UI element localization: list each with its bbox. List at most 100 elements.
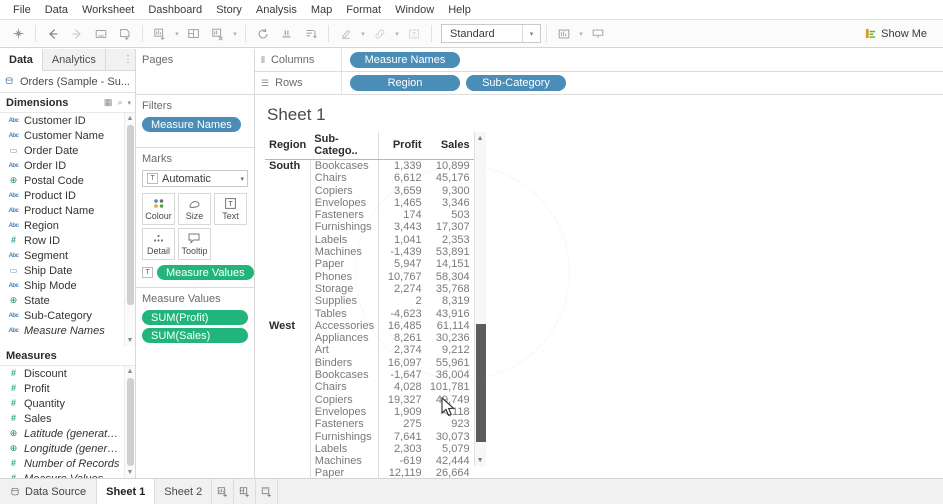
chevron-down-icon[interactable]: ▾ [240, 171, 244, 186]
menu-item-file[interactable]: File [6, 2, 38, 18]
new-worksheet-icon[interactable] [148, 23, 172, 45]
crosstab-scroll-thumb[interactable] [476, 324, 486, 442]
table-row[interactable]: Envelopes1,9094,118 [265, 406, 474, 418]
field-row-id[interactable]: #Row ID [0, 233, 135, 248]
cell-region[interactable] [265, 381, 310, 393]
cell-profit[interactable]: 16,097 [379, 357, 426, 369]
cell-sub-category[interactable]: Appliances [310, 332, 378, 344]
refresh-icon[interactable] [251, 23, 275, 45]
cell-region[interactable] [265, 295, 310, 307]
cell-profit[interactable]: 16,485 [379, 320, 426, 332]
new-worksheet-icon[interactable] [212, 479, 234, 504]
table-row[interactable]: WestAccessories16,48561,114 [265, 320, 474, 332]
cell-sub-category[interactable]: Bookcases [310, 160, 378, 173]
menu-item-help[interactable]: Help [441, 2, 478, 18]
cell-sub-category[interactable]: Fasteners [310, 209, 378, 221]
cell-region[interactable] [265, 406, 310, 418]
cell-sales[interactable]: 58,304 [426, 271, 474, 283]
cell-profit[interactable]: 1,465 [379, 197, 426, 209]
cell-profit[interactable]: 8,261 [379, 332, 426, 344]
cell-region[interactable]: West [265, 320, 310, 332]
cell-sales[interactable]: 923 [426, 418, 474, 430]
menu-item-story[interactable]: Story [209, 2, 249, 18]
cell-profit[interactable]: 1,041 [379, 234, 426, 246]
measures-scroll-thumb[interactable] [127, 378, 134, 466]
field-quantity[interactable]: #Quantity [0, 396, 135, 411]
cell-region[interactable] [265, 394, 310, 406]
show-labels-icon[interactable] [402, 23, 426, 45]
cell-profit[interactable]: 3,443 [379, 221, 426, 233]
rows-pill-region[interactable]: Region [350, 75, 460, 91]
cell-region[interactable] [265, 197, 310, 209]
cell-sub-category[interactable]: Tables [310, 308, 378, 320]
cell-sales[interactable]: 42,444 [426, 455, 474, 467]
marks-type-select[interactable]: T Automatic ▾ [142, 170, 248, 187]
cell-sales[interactable]: 26,664 [426, 467, 474, 478]
field-customer-id[interactable]: AbcCustomer ID [0, 113, 135, 128]
field-discount[interactable]: #Discount [0, 366, 135, 381]
dimensions-scroll-thumb[interactable] [127, 125, 134, 305]
cell-profit[interactable]: -1,439 [379, 246, 426, 258]
marks-colour-button[interactable]: Colour [142, 193, 175, 225]
cell-region[interactable] [265, 172, 310, 184]
cell-region[interactable] [265, 332, 310, 344]
cell-profit[interactable]: 10,767 [379, 271, 426, 283]
table-row[interactable]: Labels2,3035,079 [265, 443, 474, 455]
table-row[interactable]: Fasteners275923 [265, 418, 474, 430]
marks-size-button[interactable]: Size [178, 193, 211, 225]
cell-profit[interactable]: 6,612 [379, 172, 426, 184]
table-row[interactable]: SouthBookcases1,33910,899 [265, 160, 474, 173]
table-row[interactable]: Chairs4,028101,781 [265, 381, 474, 393]
marks-card[interactable]: Marks T Automatic ▾ Colour Size [136, 148, 254, 288]
cell-sales[interactable]: 17,307 [426, 221, 474, 233]
tableau-logo-icon[interactable] [6, 23, 30, 45]
cell-profit[interactable]: -4,623 [379, 308, 426, 320]
cell-sales[interactable]: 3,346 [426, 197, 474, 209]
cell-profit[interactable]: 275 [379, 418, 426, 430]
crosstab-table[interactable]: Region Sub-Catego.. Profit Sales SouthBo… [265, 132, 474, 478]
cell-region[interactable] [265, 357, 310, 369]
measure-value-pill-sales[interactable]: SUM(Sales) [142, 328, 248, 343]
scroll-down-icon[interactable]: ▼ [477, 454, 484, 466]
cell-sales[interactable]: 53,891 [426, 246, 474, 258]
field-ship-date[interactable]: ▭Ship Date [0, 263, 135, 278]
cell-sub-category[interactable]: Supplies [310, 295, 378, 307]
rows-shelf-drop[interactable]: Region Sub-Category [341, 72, 943, 94]
table-row[interactable]: Appliances8,26130,236 [265, 332, 474, 344]
cell-region[interactable] [265, 344, 310, 356]
menu-item-map[interactable]: Map [304, 2, 339, 18]
cell-sales[interactable]: 30,236 [426, 332, 474, 344]
cell-profit[interactable]: 1,339 [379, 160, 426, 173]
table-row[interactable]: Copiers3,6599,300 [265, 185, 474, 197]
table-row[interactable]: Machines-1,43953,891 [265, 246, 474, 258]
cell-region[interactable]: South [265, 160, 310, 173]
field-customer-name[interactable]: AbcCustomer Name [0, 128, 135, 143]
cell-region[interactable] [265, 209, 310, 221]
chevron-down-icon[interactable]: ▾ [522, 25, 540, 42]
menu-item-worksheet[interactable]: Worksheet [75, 2, 141, 18]
cell-region[interactable] [265, 467, 310, 478]
fix-axes-icon[interactable] [552, 23, 576, 45]
field-order-id[interactable]: AbcOrder ID [0, 158, 135, 173]
cell-region[interactable] [265, 443, 310, 455]
group-by-folder-icon[interactable]: ▦ [104, 97, 113, 108]
table-row[interactable]: Art2,3749,212 [265, 344, 474, 356]
table-row[interactable]: Chairs6,61245,176 [265, 172, 474, 184]
menu-item-data[interactable]: Data [38, 2, 75, 18]
new-dashboard-icon[interactable] [182, 23, 206, 45]
cell-sales[interactable]: 2,353 [426, 234, 474, 246]
cell-sub-category[interactable]: Copiers [310, 185, 378, 197]
cell-profit[interactable]: 2 [379, 295, 426, 307]
cell-sub-category[interactable]: Art [310, 344, 378, 356]
cell-profit[interactable]: 5,947 [379, 258, 426, 270]
field-order-date[interactable]: ▭Order Date [0, 143, 135, 158]
forward-arrow-icon[interactable] [65, 23, 89, 45]
cell-profit[interactable]: 2,303 [379, 443, 426, 455]
cell-sub-category[interactable]: Paper [310, 467, 378, 478]
scroll-down-icon[interactable]: ▼ [127, 467, 134, 478]
pause-autoupdate-icon[interactable] [275, 23, 299, 45]
table-row[interactable]: Paper5,94714,151 [265, 258, 474, 270]
cell-profit[interactable]: 1,909 [379, 406, 426, 418]
cell-region[interactable] [265, 234, 310, 246]
pages-card[interactable]: Pages [136, 49, 254, 95]
